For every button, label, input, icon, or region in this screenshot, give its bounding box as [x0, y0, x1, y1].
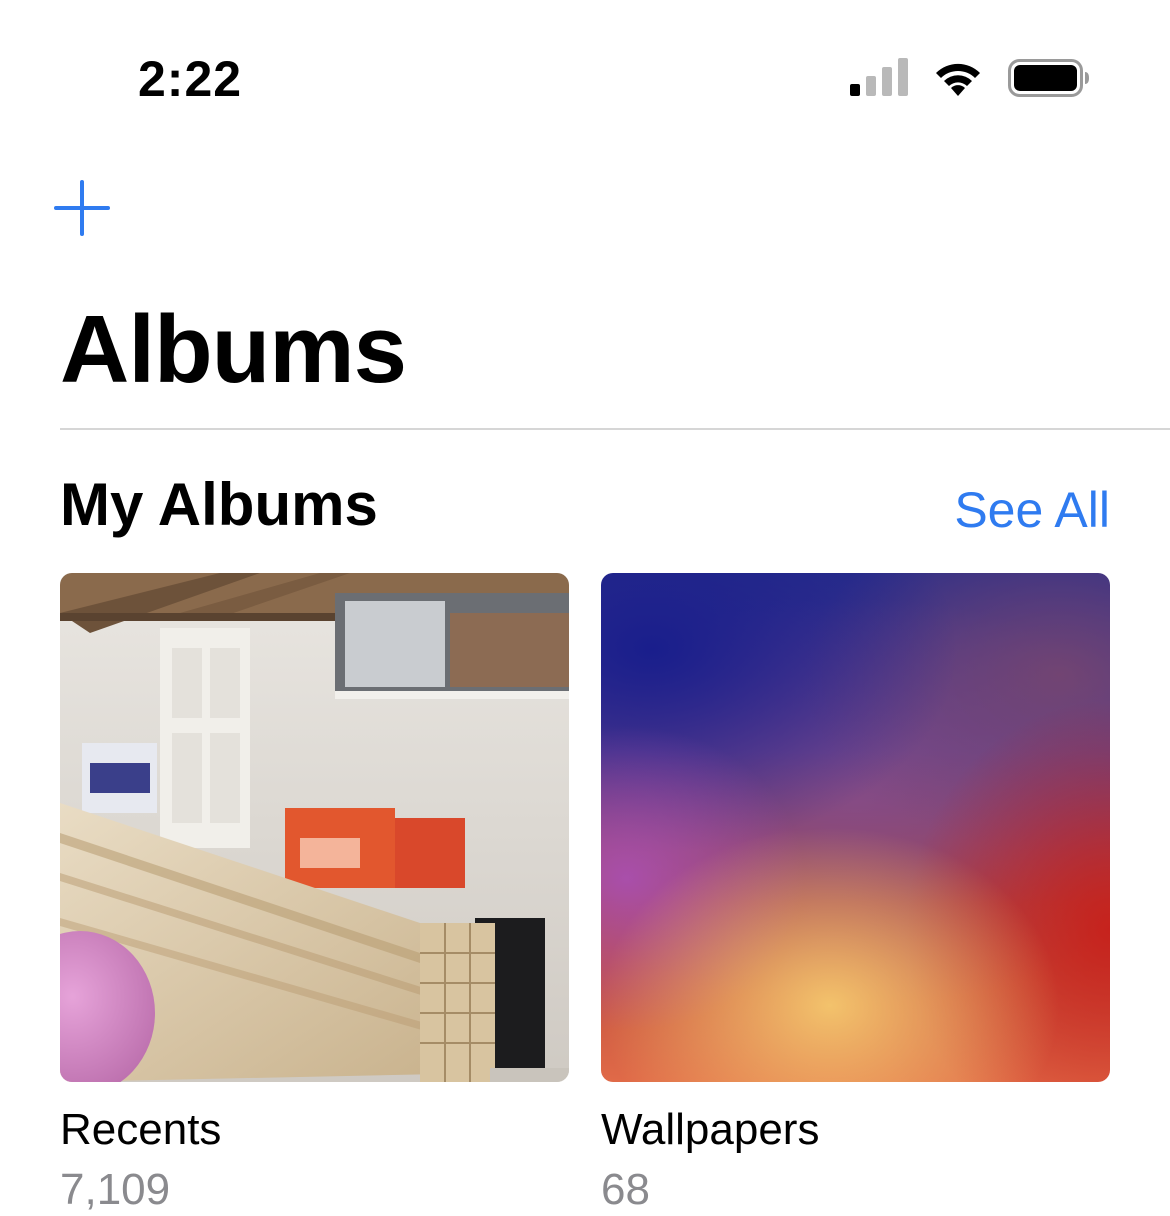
wallpaper-gradient-thumbnail[interactable] [601, 573, 1110, 1082]
album-count: 68 [601, 1165, 650, 1214]
wifi-icon [936, 63, 980, 96]
status-icons [850, 56, 1090, 100]
see-all-button[interactable]: See All [954, 480, 1110, 540]
battery-icon [1008, 59, 1089, 97]
section-title: My Albums [60, 471, 378, 538]
recents-photo-thumbnail [60, 573, 569, 1082]
album-wallpapers[interactable]: Wallpapers 68 [601, 573, 1110, 1216]
album-name: Recents [60, 1105, 222, 1154]
page-title: Albums [60, 296, 407, 403]
cellular-signal-icon [850, 58, 908, 96]
header-divider [60, 428, 1170, 430]
album-count: 7,109 [60, 1165, 171, 1214]
plus-icon [54, 180, 110, 236]
add-album-button[interactable] [52, 178, 112, 238]
album-name: Wallpapers [601, 1105, 820, 1154]
status-time: 2:22 [138, 51, 243, 107]
album-recents[interactable]: Recents 7,109 [60, 573, 569, 1216]
album-thumbnail[interactable] [60, 573, 569, 1082]
